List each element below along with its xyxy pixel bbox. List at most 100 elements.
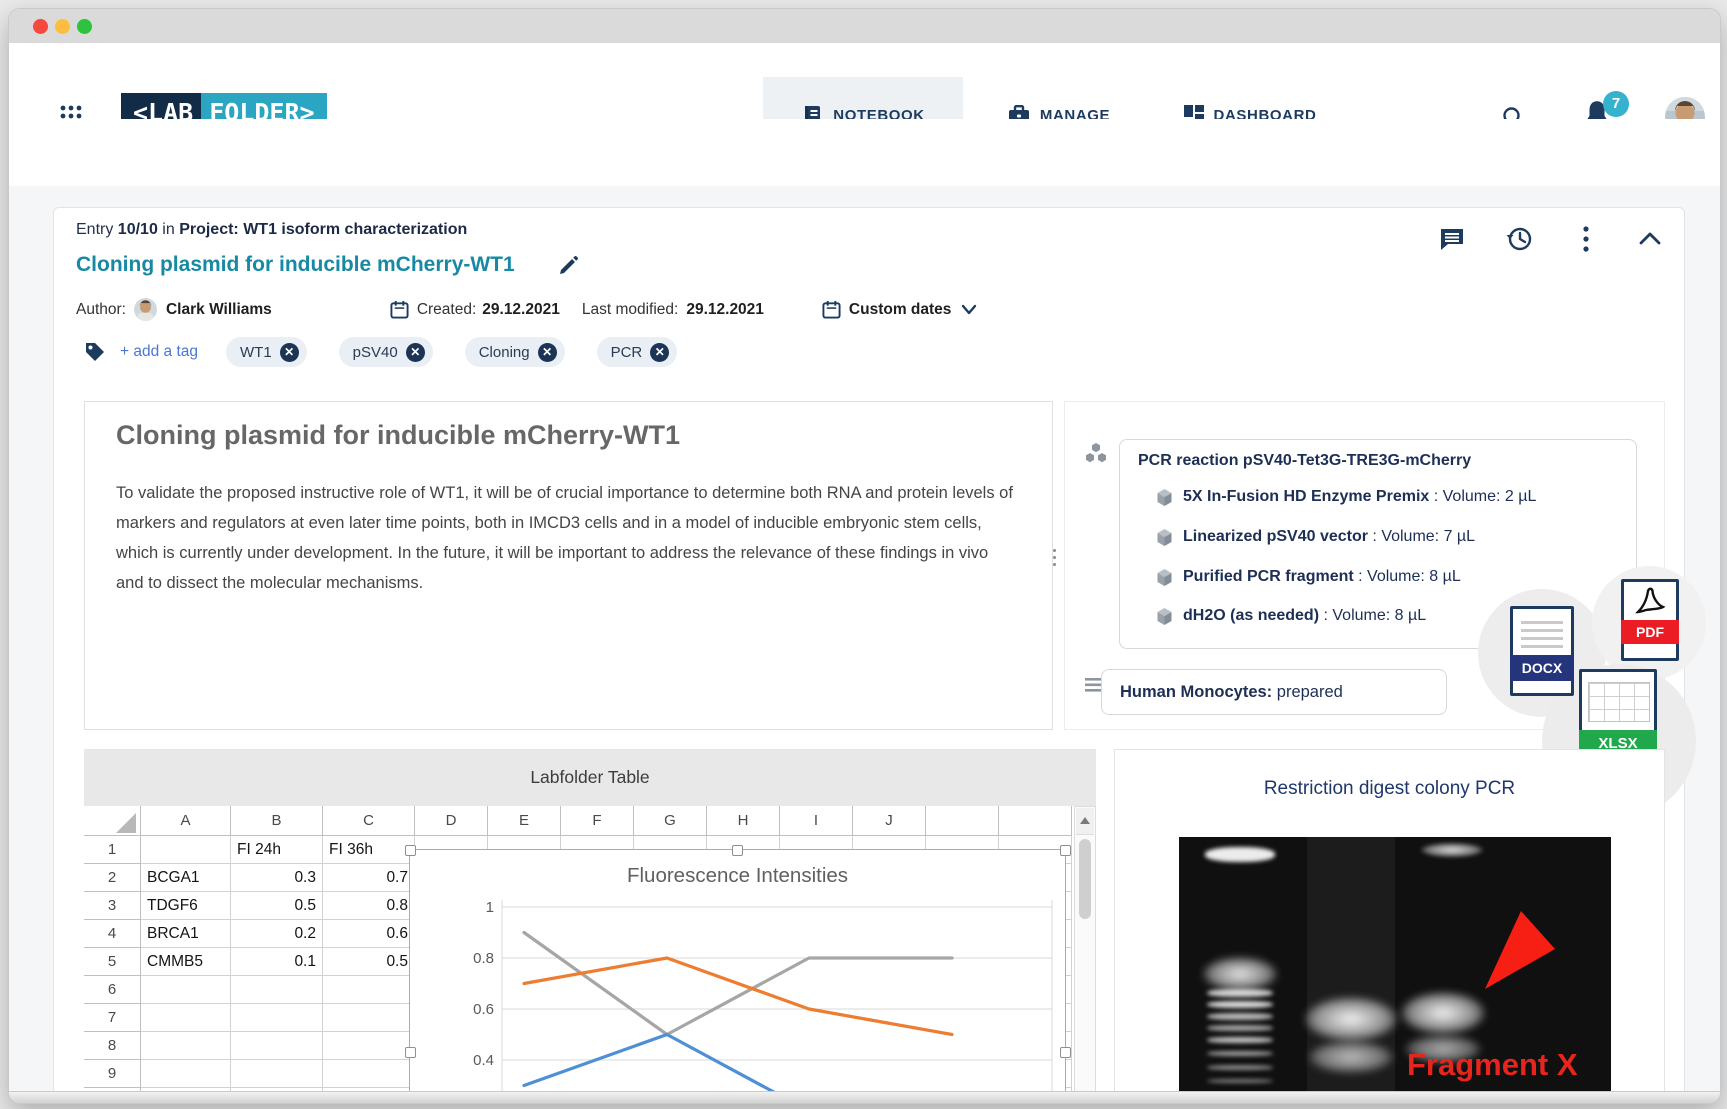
sheet-cell[interactable]: 0.5 bbox=[323, 948, 415, 976]
material-item[interactable]: Purified PCR fragment : Volume: 8 µL bbox=[1156, 568, 1461, 586]
sheet-cell[interactable] bbox=[323, 1060, 415, 1088]
sheet-cell[interactable] bbox=[141, 1060, 231, 1088]
sheet-header-cell[interactable]: A bbox=[141, 806, 231, 836]
red-arrow-annotation bbox=[1485, 911, 1555, 989]
edit-pencil-icon[interactable] bbox=[557, 255, 579, 277]
breadcrumb-project[interactable]: Project: WT1 isoform characterization bbox=[179, 221, 467, 238]
drag-handle-icon[interactable] bbox=[1053, 549, 1056, 566]
sheet-cell[interactable] bbox=[141, 1004, 231, 1032]
docx-file-icon[interactable]: DOCX bbox=[1510, 606, 1574, 696]
history-icon[interactable] bbox=[1505, 225, 1533, 253]
sample-status: prepared bbox=[1272, 682, 1343, 701]
chart-resize-handle[interactable] bbox=[405, 1047, 416, 1058]
sheet-cell[interactable] bbox=[231, 1004, 323, 1032]
material-item[interactable]: 5X In-Fusion HD Enzyme Premix : Volume: … bbox=[1156, 488, 1536, 506]
embedded-chart[interactable]: Fluorescence Intensities 1 0.8 0.6 0.4 bbox=[409, 849, 1066, 1103]
chart-title: Fluorescence Intensities bbox=[626, 864, 849, 887]
sheet-header-cell[interactable]: J bbox=[853, 806, 926, 836]
sheet-header-cell[interactable]: 6 bbox=[84, 976, 141, 1004]
select-all-corner[interactable] bbox=[116, 813, 136, 833]
chart-resize-handle[interactable] bbox=[1060, 1047, 1071, 1058]
sheet-cell[interactable]: 0.1 bbox=[231, 948, 323, 976]
sheet-header-cell[interactable]: 3 bbox=[84, 892, 141, 920]
sheet-cell[interactable] bbox=[141, 836, 231, 864]
remove-tag-icon[interactable]: ✕ bbox=[650, 342, 670, 362]
remove-tag-icon[interactable]: ✕ bbox=[537, 342, 557, 362]
minimize-window-icon[interactable] bbox=[55, 19, 70, 34]
sheet-cell[interactable]: FI 24h bbox=[231, 836, 323, 864]
add-tag-link[interactable]: + add a tag bbox=[120, 343, 198, 361]
sheet-cell[interactable]: 0.3 bbox=[231, 864, 323, 892]
chart-resize-handle[interactable] bbox=[405, 845, 416, 856]
sample-pill[interactable]: Human Monocytes: prepared bbox=[1101, 669, 1447, 715]
author-avatar[interactable] bbox=[133, 298, 157, 321]
custom-dates-label[interactable]: Custom dates bbox=[849, 301, 952, 319]
tag-pill[interactable]: Cloning ✕ bbox=[464, 337, 565, 367]
sheet-cell[interactable] bbox=[323, 1004, 415, 1032]
sheet-header-cell[interactable]: 8 bbox=[84, 1032, 141, 1060]
author-name[interactable]: Clark Williams bbox=[166, 301, 272, 319]
chart-resize-handle[interactable] bbox=[1060, 845, 1071, 856]
window-titlebar[interactable] bbox=[9, 9, 1720, 43]
sheet-cell[interactable]: BRCA1 bbox=[141, 920, 231, 948]
table-widget-header[interactable]: Labfolder Table bbox=[84, 749, 1096, 806]
sheet-header-cell[interactable]: B bbox=[231, 806, 323, 836]
sheet-cell[interactable]: 0.7 bbox=[323, 864, 415, 892]
sheet-cell[interactable]: BCGA1 bbox=[141, 864, 231, 892]
table-vertical-scrollbar[interactable] bbox=[1074, 806, 1096, 1101]
sheet-cell[interactable] bbox=[141, 976, 231, 1004]
sheet-header-cell[interactable]: 7 bbox=[84, 1004, 141, 1032]
kebab-menu-icon[interactable] bbox=[1581, 225, 1591, 253]
sheet-header-cell[interactable]: I bbox=[780, 806, 853, 836]
cube-icon bbox=[1157, 528, 1172, 546]
sheet-header-cell[interactable]: E bbox=[488, 806, 561, 836]
maximize-window-icon[interactable] bbox=[77, 19, 92, 34]
sheet-header-cell[interactable]: H bbox=[707, 806, 780, 836]
sheet-header-cell[interactable]: 9 bbox=[84, 1060, 141, 1088]
collapse-entry-chevron-up[interactable] bbox=[1637, 229, 1663, 249]
remove-tag-icon[interactable]: ✕ bbox=[405, 342, 425, 362]
chart-resize-handle[interactable] bbox=[732, 845, 743, 856]
material-item[interactable]: Linearized pSV40 vector : Volume: 7 µL bbox=[1156, 528, 1475, 546]
material-item[interactable]: dH2O (as needed) : Volume: 8 µL bbox=[1156, 607, 1426, 625]
chevron-down-icon[interactable] bbox=[961, 304, 977, 315]
comments-icon[interactable] bbox=[1439, 227, 1465, 251]
pdf-file-icon[interactable]: PDF bbox=[1621, 579, 1679, 661]
sheet-cell[interactable] bbox=[231, 976, 323, 1004]
sheet-header-cell[interactable]: D bbox=[415, 806, 488, 836]
remove-tag-icon[interactable]: ✕ bbox=[279, 342, 299, 362]
tag-pill[interactable]: pSV40 ✕ bbox=[338, 337, 433, 367]
sheet-header-cell[interactable]: F bbox=[561, 806, 634, 836]
text-block[interactable]: Cloning plasmid for inducible mCherry-WT… bbox=[84, 401, 1053, 730]
sheet-header-cell[interactable]: 5 bbox=[84, 948, 141, 976]
sheet-cell[interactable]: CMMB5 bbox=[141, 948, 231, 976]
sheet-header-cell[interactable]: 4 bbox=[84, 920, 141, 948]
svg-text:0.8: 0.8 bbox=[473, 950, 494, 967]
sheet-header-cell[interactable]: G bbox=[634, 806, 707, 836]
gel-panel: Restriction digest colony PCR Fragment X bbox=[1114, 749, 1665, 1103]
sheet-header-cell[interactable]: 1 bbox=[84, 836, 141, 864]
sheet-cell[interactable]: 0.6 bbox=[323, 920, 415, 948]
sheet-cell[interactable] bbox=[141, 1032, 231, 1060]
sheet-header-cell[interactable]: C bbox=[323, 806, 415, 836]
sheet-header-cell[interactable]: 2 bbox=[84, 864, 141, 892]
tag-pill[interactable]: WT1 ✕ bbox=[226, 337, 307, 367]
scrollbar-thumb[interactable] bbox=[1079, 839, 1091, 919]
sheet-cell[interactable]: 0.2 bbox=[231, 920, 323, 948]
sheet-cell[interactable] bbox=[231, 1060, 323, 1088]
svg-text:0.4: 0.4 bbox=[473, 1052, 494, 1069]
sheet-cell[interactable]: 0.8 bbox=[323, 892, 415, 920]
sheet-cell[interactable]: TDGF6 bbox=[141, 892, 231, 920]
sheet-header-cell[interactable] bbox=[926, 806, 999, 836]
tag-pill[interactable]: PCR ✕ bbox=[596, 337, 678, 367]
close-window-icon[interactable] bbox=[33, 19, 48, 34]
scroll-up-arrow[interactable] bbox=[1076, 808, 1094, 835]
sheet-cell[interactable] bbox=[323, 976, 415, 1004]
sheet-cell[interactable] bbox=[231, 1032, 323, 1060]
breadcrumb-position: 10/10 bbox=[117, 221, 158, 238]
sheet-header-cell[interactable] bbox=[999, 806, 1072, 836]
entry-title[interactable]: Cloning plasmid for inducible mCherry-WT… bbox=[76, 253, 515, 277]
sheet-cell[interactable] bbox=[323, 1032, 415, 1060]
sheet-cell[interactable]: FI 36h bbox=[323, 836, 415, 864]
sheet-cell[interactable]: 0.5 bbox=[231, 892, 323, 920]
